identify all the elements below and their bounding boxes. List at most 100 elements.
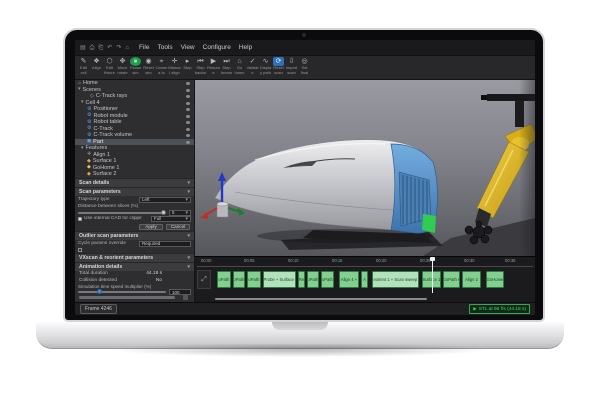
toolbar-button[interactable]: ▶ Resume <box>207 57 220 75</box>
cad-clipping-row: Use internal CAD for clipping points Ful… <box>75 215 194 223</box>
chevron-down-icon: ▾ <box>185 216 188 222</box>
timeline-ruler[interactable]: 00:0000:0500:1000:1500:2000:2500:3000:35 <box>197 257 533 267</box>
truck-hood-model[interactable] <box>215 140 437 243</box>
toolbar-button-icon: ⏭ <box>221 57 232 66</box>
visibility-eye-icon[interactable] <box>186 89 190 92</box>
visibility-eye-icon[interactable] <box>186 102 190 105</box>
operation-block[interactable]: GoPath 3 <box>247 271 261 288</box>
cancel-button[interactable]: Cancel <box>166 224 190 230</box>
toolbar-button[interactable]: ⌂ Go home <box>233 57 246 75</box>
quick-access-icon[interactable]: ⌂ <box>125 45 129 51</box>
time-tick-label: 00:20 <box>376 259 386 264</box>
toolbar-button[interactable]: ◎ Set final scan <box>298 57 311 75</box>
section-vxscan-parameters[interactable]: VXscan & reorient parameters ▾ <box>75 253 194 262</box>
quick-access-icon[interactable]: ⎙ <box>90 45 95 51</box>
viewport-3d[interactable] <box>195 80 535 256</box>
operation-block[interactable]: GoPath 6 <box>443 271 460 288</box>
section-scan-details[interactable]: Scan details ▾ <box>75 178 194 187</box>
visibility-eye-icon[interactable] <box>186 108 190 111</box>
menu-item[interactable]: File <box>139 44 149 51</box>
tree-item[interactable]: ◆ Surface 2 <box>75 171 194 178</box>
toolbar-button-label: Align <box>92 66 101 75</box>
section-scan-parameters[interactable]: Scan parameters ▾ <box>75 187 194 196</box>
operation-block[interactable]: Re <box>298 271 305 288</box>
visibility-eye-icon[interactable] <box>186 141 190 144</box>
toolbar-button-label: Camera to part <box>155 66 168 75</box>
visibility-eye-icon[interactable] <box>186 134 190 137</box>
tree-item-icon: ⚙ <box>87 107 91 112</box>
operation-block[interactable]: GoPath 2 <box>233 271 245 288</box>
toolbar-button-icon: ⟳ <box>273 57 284 66</box>
panel-horizontal-scrollbar[interactable] <box>79 296 175 299</box>
operation-block[interactable]: GoProbe + Surface 1 + <box>263 271 296 288</box>
slider-handle[interactable] <box>97 289 102 294</box>
toolbar-button[interactable]: ❖ Align <box>90 57 103 75</box>
menu-item[interactable]: View <box>181 44 195 51</box>
toolbar-button[interactable]: ⟳ Reset scan <box>272 57 285 75</box>
quick-access-icon[interactable]: ↷ <box>116 45 121 51</box>
cad-clipping-dropdown[interactable]: Full ▾ <box>151 216 191 222</box>
operation-block[interactable]: GoPath 1 <box>217 271 231 288</box>
toolbar-button[interactable]: ∿ Display path <box>259 57 272 75</box>
operation-block[interactable]: Align 2 <box>462 271 481 288</box>
toolbar-button[interactable]: ▸ Step <box>181 57 194 75</box>
cad-clipping-checkbox[interactable] <box>78 217 82 221</box>
toolbar-button[interactable]: ⇩ Import scan <box>285 57 298 75</box>
section-outlier-parameters[interactable]: Outlier scan parameters ▾ <box>75 231 194 240</box>
fit-zoom-icon: ⤢ <box>201 276 207 284</box>
visibility-eye-icon[interactable] <box>186 82 190 85</box>
operation-block[interactable]: GoHome <box>486 271 504 288</box>
toolbar-button-icon: ✛ <box>169 57 180 66</box>
operation-block[interactable]: A <box>361 271 368 288</box>
toolbar-button-label: Resume <box>207 66 220 75</box>
slices-slider[interactable] <box>78 212 166 214</box>
toolbar-button[interactable]: ⏭ Step forward <box>220 57 233 75</box>
visibility-eye-icon[interactable] <box>186 115 190 118</box>
tree-item-icon: ◆ <box>87 159 91 164</box>
toolbar-button-label: Pause sim <box>129 66 142 75</box>
playhead[interactable] <box>432 259 433 293</box>
cycle-override-field[interactable]: Required <box>139 241 191 247</box>
toolbar-button[interactable]: ✓ Validate <box>246 57 259 75</box>
speed-multiplier-slider[interactable] <box>78 291 166 293</box>
toolbar-button[interactable]: ✥ Move rotate <box>116 57 129 75</box>
toolbar-button-icon: ▸ <box>182 57 193 66</box>
quick-access-icon[interactable]: ▤ <box>80 45 86 51</box>
time-tick-label: 00:35 <box>505 259 515 264</box>
visibility-eye-icon[interactable] <box>186 121 190 124</box>
timeline-panel: 00:0000:0500:1000:1500:2000:2500:3000:35… <box>195 256 535 303</box>
toolbar-button[interactable]: ⏮ Step backward <box>194 57 207 75</box>
toolbar-button[interactable]: ✎ Edit cell <box>77 57 90 75</box>
visibility-eye-icon[interactable] <box>186 128 190 131</box>
toolbar-button[interactable]: ◉ Reset sim <box>142 57 155 75</box>
quick-access-toolbar: ▤ ⎙⎗ ↶ ↷ ⌂ <box>80 45 129 51</box>
toolbar-button[interactable]: ⬡ Edit fixture <box>103 57 116 75</box>
tree-item-icon: ⚙ <box>87 113 91 118</box>
operation-block[interactable]: Align 4 + <box>339 271 359 288</box>
operation-block[interactable]: GoPath 5 <box>321 271 334 288</box>
toolbar-button-label: Import scan <box>285 66 298 75</box>
toolbar-button[interactable]: ⌖ Camera to part <box>155 57 168 75</box>
outlier-checkbox[interactable] <box>78 248 82 252</box>
status-bar: Frame 4246 ▶ STL at 96 f/s (44.18 s) <box>75 302 535 315</box>
toolbar-button[interactable]: ⏸ Pause sim <box>129 57 142 75</box>
operation-block[interactable]: GoPath 4 <box>307 271 319 288</box>
menu-item[interactable]: Configure <box>203 44 231 51</box>
chevron-down-icon: ▾ <box>187 233 190 239</box>
quick-access-icon[interactable]: ⎗ <box>98 45 103 51</box>
visibility-eye-icon[interactable] <box>186 95 190 98</box>
toolbar-button-label: Step <box>183 66 191 75</box>
timeline-scrollbar[interactable] <box>215 298 427 300</box>
laptop-shadow <box>30 344 570 364</box>
operation-block[interactable]: Reorient 1 + Scan sweep 1 <box>372 271 419 288</box>
time-tick-label: 00:10 <box>288 259 298 264</box>
menu-item[interactable]: Tools <box>157 44 172 51</box>
apply-button[interactable]: Apply <box>139 224 163 230</box>
section-animation-details[interactable]: Animation details ▾ <box>75 262 194 271</box>
trajectory-dropdown[interactable]: Left ▾ <box>139 197 191 203</box>
quick-access-icon[interactable]: ↶ <box>107 45 112 51</box>
menu-item[interactable]: Help <box>239 44 252 51</box>
timeline-fit-button[interactable]: ⤢ <box>197 270 211 289</box>
cycle-override-row: Cycle params override Required <box>75 240 194 248</box>
toolbar-button[interactable]: ✛ Manual align <box>168 57 181 75</box>
